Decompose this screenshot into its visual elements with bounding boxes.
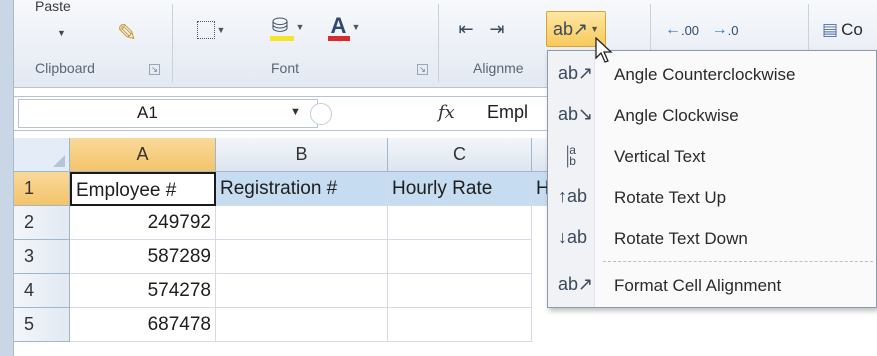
cell-b5[interactable]	[216, 308, 388, 342]
cell-b4[interactable]	[216, 274, 388, 308]
decrease-decimal-icon[interactable]: → .0	[705, 14, 745, 46]
menu-item-format-cell-alignment[interactable]: ab↗ Format Cell Alignment	[548, 266, 877, 306]
increase-decimal-icon[interactable]: ← .00	[662, 14, 702, 46]
font-color-icon[interactable]: A ▼	[322, 10, 366, 44]
group-label-clipboard: Clipboard	[35, 60, 95, 76]
borders-icon[interactable]: ▼	[190, 14, 232, 46]
column-header-b[interactable]: B	[216, 138, 388, 172]
menu-item-label: Rotate Text Up	[614, 188, 727, 207]
select-all-corner[interactable]	[14, 138, 70, 172]
row-header-1[interactable]: 1	[14, 172, 70, 206]
fill-color-icon[interactable]: ⛁ ▼	[262, 10, 312, 44]
rotate-text-up-icon: ↑ab	[558, 186, 588, 206]
clipboard-launcher-icon[interactable]: ↘	[149, 64, 160, 75]
group-separator	[438, 4, 439, 82]
format-cell-alignment-icon: ab↗	[558, 274, 594, 294]
cell-c2[interactable]	[388, 206, 532, 240]
row-header-5[interactable]: 5	[14, 308, 70, 342]
group-label-font: Font	[271, 60, 300, 76]
group-label-alignment: Alignme	[473, 60, 524, 76]
paste-label[interactable]: Paste	[35, 0, 71, 14]
menu-item-label: Format Cell Alignment	[614, 276, 782, 295]
group-separator	[172, 4, 173, 82]
menu-item-rotate-text-up[interactable]: ↑ab Rotate Text Up	[548, 178, 877, 218]
font-launcher-icon[interactable]: ↘	[417, 64, 428, 75]
angle-counterclockwise-icon: ab↗	[558, 63, 594, 83]
row-header-3[interactable]: 3	[14, 240, 70, 274]
cell-c5[interactable]	[388, 308, 532, 342]
angle-clockwise-icon: ab↘	[558, 104, 594, 124]
mouse-cursor-icon	[595, 37, 613, 63]
menu-item-angle-clockwise[interactable]: ab↘ Angle Clockwise	[548, 96, 877, 136]
decrease-indent-icon[interactable]: ⇤	[452, 14, 480, 44]
menu-item-rotate-text-down[interactable]: ↓ab Rotate Text Down	[548, 219, 877, 259]
conditional-formatting-button[interactable]: ▤ Co	[822, 14, 877, 46]
cell-a2[interactable]: 249792	[70, 206, 216, 240]
name-box[interactable]: A1 ▼	[18, 99, 318, 128]
cell-c3[interactable]	[388, 240, 532, 274]
vertical-text-icon: |a |b	[566, 143, 576, 168]
cell-a3[interactable]: 587289	[70, 240, 216, 274]
menu-item-vertical-text[interactable]: |a |b Vertical Text	[548, 137, 877, 177]
increase-indent-icon[interactable]: ⇥	[483, 14, 511, 44]
format-painter-icon[interactable]: ✎	[110, 16, 144, 50]
conditional-formatting-icon: ▤	[822, 20, 839, 39]
paste-dropdown-icon[interactable]: ▼	[57, 28, 66, 38]
window-left-edge	[0, 0, 14, 356]
cell-c4[interactable]	[388, 274, 532, 308]
name-box-value: A1	[137, 103, 158, 122]
name-box-dropdown-icon[interactable]: ▼	[290, 106, 301, 118]
cell-b1[interactable]: Registration #	[216, 172, 388, 206]
orientation-icon: ab↗	[552, 18, 589, 39]
rotate-text-down-icon: ↓ab	[558, 227, 588, 247]
cell-a5[interactable]: 687478	[70, 308, 216, 342]
menu-item-label: Angle Clockwise	[614, 106, 739, 125]
formula-bar-resize-handle[interactable]	[310, 103, 332, 125]
column-header-a[interactable]: A	[70, 138, 216, 172]
menu-separator	[603, 261, 873, 262]
cell-b3[interactable]	[216, 240, 388, 274]
insert-function-icon[interactable]: fx	[438, 102, 455, 123]
row-header-4[interactable]: 4	[14, 274, 70, 308]
cell-b2[interactable]	[216, 206, 388, 240]
cell-a1[interactable]: Employee #	[70, 172, 216, 206]
formula-input[interactable]: Empl	[487, 102, 528, 123]
column-header-c[interactable]: C	[388, 138, 532, 172]
cell-c1[interactable]: Hourly Rate	[388, 172, 532, 206]
menu-item-label: Angle Counterclockwise	[614, 65, 796, 84]
orientation-menu: ab↗ Angle Counterclockwise ab↘ Angle Clo…	[547, 50, 877, 308]
row-header-2[interactable]: 2	[14, 206, 70, 240]
cell-a4[interactable]: 574278	[70, 274, 216, 308]
menu-item-label: Rotate Text Down	[614, 229, 748, 248]
menu-item-label: Vertical Text	[614, 147, 706, 166]
